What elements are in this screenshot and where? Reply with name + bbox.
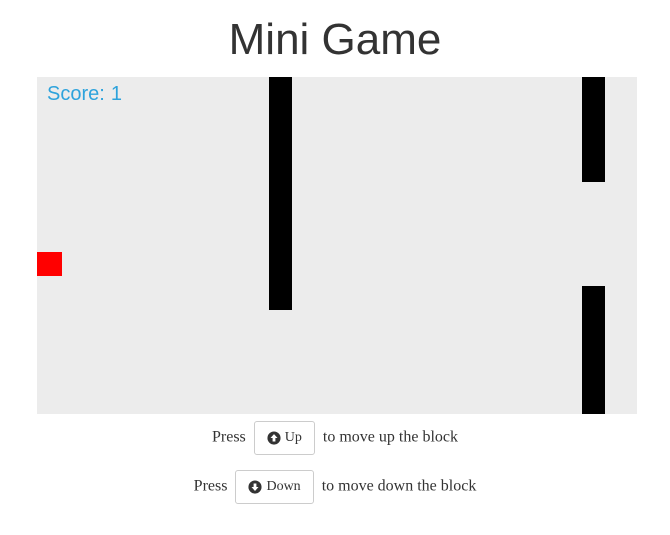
up-button[interactable]: Up [253, 421, 315, 455]
obstacle-top-2 [582, 77, 605, 182]
down-instruction: Press Down to move down the block [0, 470, 670, 504]
down-instruction-suffix: to move down the block [321, 477, 477, 495]
arrow-circle-up-icon [267, 431, 281, 445]
score-display: Score: 1 [47, 83, 122, 106]
down-instruction-prefix: Press [193, 477, 228, 495]
obstacle-bottom-2 [582, 286, 605, 414]
score-value: 1 [110, 83, 122, 105]
up-instruction-prefix: Press [212, 428, 246, 446]
down-button[interactable]: Down [235, 470, 314, 504]
up-button-label: Up [284, 430, 302, 445]
score-label: Score: [47, 83, 105, 105]
up-instruction-suffix: to move up the block [322, 428, 458, 446]
player-block [37, 252, 62, 276]
arrow-circle-down-icon [248, 480, 263, 494]
up-instruction: Press Up to move up the block [0, 421, 670, 455]
game-canvas: Score: 1 [37, 77, 637, 414]
obstacle-top-1 [269, 77, 292, 310]
down-button-label: Down [266, 479, 301, 494]
page-title: Mini Game [228, 15, 442, 64]
